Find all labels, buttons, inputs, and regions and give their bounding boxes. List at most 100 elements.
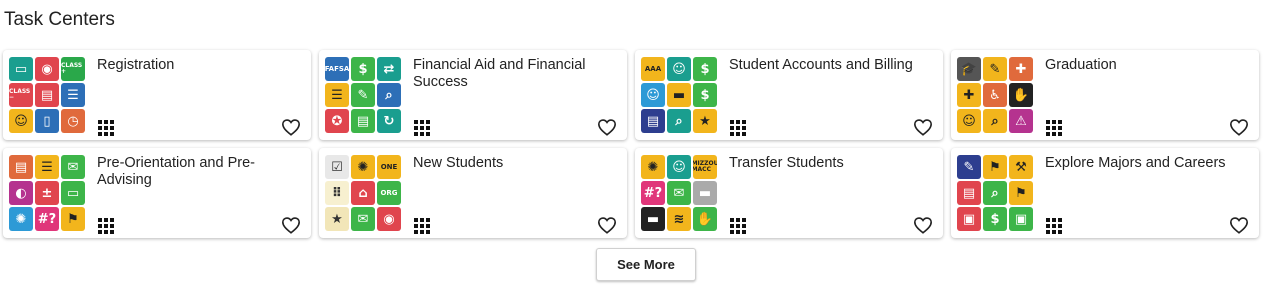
favorite-heart-icon[interactable] (597, 118, 617, 136)
task-center-icon-grid[interactable]: FAFSA $ ⇄ ☰ ✎ ⌕ ✪ ▤ ↻ (325, 57, 403, 134)
apps-grid-icon[interactable] (1046, 120, 1062, 136)
apps-grid-dot (98, 120, 102, 124)
task-center-icon-grid[interactable]: ✎ ⚑ ⚒ ▤ ⌕ ⚑ ▣ $ ▣ (957, 155, 1035, 232)
diploma-icon: ✎ (983, 57, 1007, 81)
braille-glyph: ⠿ (331, 185, 343, 201)
wifi-icon: ≋ (667, 207, 691, 231)
apps-grid-dot (742, 132, 746, 136)
apps-grid-dot (742, 224, 746, 228)
apps-grid-dot (420, 230, 424, 234)
task-center-title[interactable]: Graduation (1045, 57, 1245, 74)
calculator-icon: ± (35, 181, 59, 205)
apps-grid-dot (110, 132, 114, 136)
favorite-heart-icon[interactable] (597, 216, 617, 234)
apps-grid-dot (1046, 230, 1050, 234)
list-icon: ☰ (325, 83, 349, 107)
money-document-glyph: $ (358, 61, 368, 77)
task-center-icon-grid[interactable]: ☑ ✺ ONE ⠿ ⌂ ORG ★ ✉ ◉ (325, 155, 403, 232)
form-glyph: ▤ (356, 113, 370, 129)
mizzou-macc-glyph: MIZZOU MACC (693, 160, 717, 173)
flag-career-glyph: ⚑ (1015, 185, 1027, 201)
task-center-title[interactable]: Registration (97, 57, 297, 74)
task-center-icon-grid[interactable]: ▭ ◉ CLASS + CLASS − ▤ ☰ ☺ ▯ ◷ (9, 57, 87, 134)
apps-grid-icon[interactable] (730, 218, 746, 234)
apps-grid-dot (736, 120, 740, 124)
class-add-icon: CLASS + (61, 57, 85, 81)
apps-grid-icon[interactable] (1046, 218, 1062, 234)
apps-grid-icon[interactable] (414, 218, 430, 234)
favorite-heart-icon[interactable] (1229, 118, 1249, 136)
apps-grid-dot (110, 224, 114, 228)
task-center-title[interactable]: Student Accounts and Billing (729, 57, 929, 74)
apps-grid-dot (730, 126, 734, 130)
task-center-card[interactable]: ✎ ⚑ ⚒ ▤ ⌕ ⚑ ▣ $ ▣ Explore Majors and Careers (951, 148, 1259, 238)
apps-grid-icon[interactable] (730, 120, 746, 136)
task-center-title[interactable]: Transfer Students (729, 155, 929, 172)
favorite-heart-icon[interactable] (913, 118, 933, 136)
task-center-title[interactable]: Pre-Orientation and Pre-Advising (97, 155, 297, 189)
favorite-heart-icon[interactable] (913, 216, 933, 234)
apps-grid-dot (420, 224, 424, 228)
task-center-card[interactable]: ✺ ☺ MIZZOU MACC #? ✉ ▬ ▬ ≋ ✋ Transfer Students (635, 148, 943, 238)
task-center-card[interactable]: FAFSA $ ⇄ ☰ ✎ ⌕ ✪ ▤ ↻ Financial Aid and Financial… (319, 50, 627, 140)
hashtag-alt-glyph: #? (643, 185, 663, 201)
apps-grid-dot (104, 218, 108, 222)
favorite-heart-icon[interactable] (1229, 216, 1249, 234)
calendar-glyph: ▤ (40, 87, 54, 103)
apps-grid-dot (1046, 218, 1050, 222)
task-center-icon-grid[interactable]: 🎓 ✎ ✚ ✚ ♿ ✋ ☺ ⌕ ⚠ (957, 57, 1035, 134)
document-search-glyph: ⌕ (675, 113, 683, 129)
calendar-alt-icon: ◉ (377, 207, 401, 231)
task-center-card[interactable]: ▭ ◉ CLASS + CLASS − ▤ ☰ ☺ ▯ ◷ Registration (3, 50, 311, 140)
task-center-icon-grid[interactable]: AAA ☺ $ ☺ ▬ $ ▤ ⌕ ★ (641, 57, 719, 134)
presentation-glyph: ▭ (66, 185, 80, 201)
task-center-card[interactable]: 🎓 ✎ ✚ ✚ ♿ ✋ ☺ ⌕ ⚠ Graduation (951, 50, 1259, 140)
favorite-heart-icon[interactable] (281, 118, 301, 136)
star-glyph: ★ (699, 113, 711, 129)
apps-grid-dot (736, 218, 740, 222)
apps-grid-dot (1052, 224, 1056, 228)
apps-grid-dot (1058, 120, 1062, 124)
money-icon: $ (693, 83, 717, 107)
person-glyph: ☺ (14, 113, 28, 129)
checklist-icon: ☰ (61, 83, 85, 107)
tutoring-glyph: ✎ (357, 87, 369, 103)
apps-grid-dot (1058, 224, 1062, 228)
one-glyph: ONE (380, 162, 398, 171)
task-center-card[interactable]: AAA ☺ $ ☺ ▬ $ ▤ ⌕ ★ Student Accounts and Billing (635, 50, 943, 140)
briefcase-money-icon: $ (983, 207, 1007, 231)
task-center-title[interactable]: Explore Majors and Careers (1045, 155, 1245, 172)
document-search-icon: ⌕ (667, 109, 691, 133)
apps-grid-dot (98, 218, 102, 222)
tiger-transfer-glyph: ✺ (647, 159, 659, 175)
task-center-title[interactable]: New Students (413, 155, 613, 172)
hashtag-alt-icon: #? (641, 181, 665, 205)
apps-grid-dot (414, 230, 418, 234)
apps-grid-dot (98, 230, 102, 234)
task-center-title[interactable]: Financial Aid and Financial Success (413, 57, 613, 91)
apps-grid-dot (104, 230, 108, 234)
compass-icon: ✎ (957, 155, 981, 179)
tiger-alt-glyph: ✺ (357, 159, 369, 175)
see-more-button[interactable]: See More (596, 248, 696, 281)
apps-grid-dot (1046, 120, 1050, 124)
apps-grid-dot (1058, 218, 1062, 222)
apps-grid-dot (426, 126, 430, 130)
person-icon: ☺ (9, 109, 33, 133)
apps-grid-icon[interactable] (98, 120, 114, 136)
bill-glyph: $ (700, 61, 710, 77)
apps-grid-icon[interactable] (98, 218, 114, 234)
chat-transfer-glyph: ✉ (673, 185, 685, 201)
user-transfer-icon: ☺ (667, 155, 691, 179)
favorite-heart-icon[interactable] (281, 216, 301, 234)
aaa-glyph: AAA (644, 64, 662, 73)
task-center-card[interactable]: ☑ ✺ ONE ⠿ ⌂ ORG ★ ✉ ◉ New Students (319, 148, 627, 238)
task-center-icon-grid[interactable]: ✺ ☺ MIZZOU MACC #? ✉ ▬ ▬ ≋ ✋ (641, 155, 719, 232)
flag-alt-icon: ⚑ (983, 155, 1007, 179)
camera-glyph: ◉ (41, 61, 53, 77)
apps-grid-icon[interactable] (414, 120, 430, 136)
user-money-glyph: ☺ (646, 87, 660, 103)
task-center-card[interactable]: ▤ ☰ ✉ ◐ ± ▭ ✺ #? ⚑ Pre-Orientation and Pre-Advisi… (3, 148, 311, 238)
clock-glyph: ◷ (67, 113, 79, 129)
task-center-icon-grid[interactable]: ▤ ☰ ✉ ◐ ± ▭ ✺ #? ⚑ (9, 155, 87, 232)
